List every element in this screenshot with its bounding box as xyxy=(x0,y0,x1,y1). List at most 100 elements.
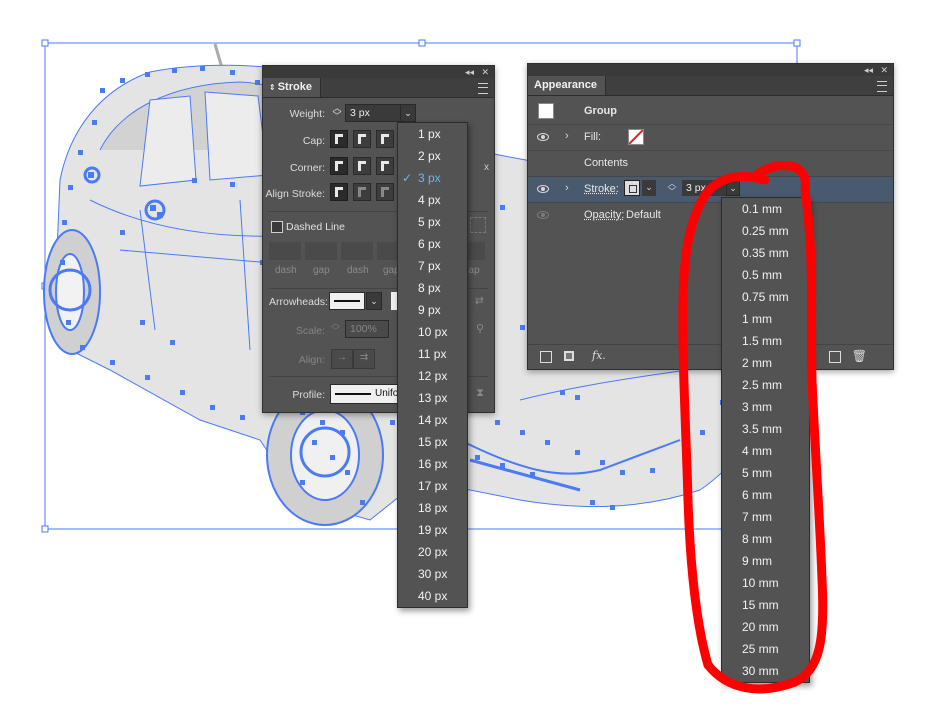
add-new-stroke-icon[interactable] xyxy=(540,351,552,363)
stroke-weight-menu-item[interactable]: 6 mm xyxy=(722,484,809,506)
panel-menu-icon[interactable] xyxy=(478,83,488,94)
tab-stroke[interactable]: ⇕ Stroke xyxy=(263,78,321,97)
stroke-weight-menu-item[interactable]: 1.5 mm xyxy=(722,330,809,352)
swatch-dropdown-icon[interactable]: ⌄ xyxy=(642,180,656,196)
weight-menu-item[interactable]: 5 px xyxy=(398,211,467,233)
duplicate-item-icon[interactable] xyxy=(829,351,841,363)
visibility-eye-icon[interactable] xyxy=(537,185,549,193)
close-panel-icon[interactable]: ✕ xyxy=(880,64,888,76)
scale-input[interactable]: 100% xyxy=(345,320,389,338)
weight-dropdown-button[interactable]: ⌄ xyxy=(400,104,416,122)
stroke-weight-menu-item[interactable]: 3.5 mm xyxy=(722,418,809,440)
dash-input-2[interactable] xyxy=(341,242,373,260)
align-center-button[interactable] xyxy=(330,183,348,201)
stroke-weight-menu-item[interactable]: 5 mm xyxy=(722,462,809,484)
collapse-panel-icon[interactable]: ◂◂ xyxy=(864,64,873,76)
weight-menu-item[interactable]: ✓ 3 px xyxy=(398,167,467,189)
weight-menu-item[interactable]: 13 px xyxy=(398,387,467,409)
weight-menu-item[interactable]: 18 px xyxy=(398,497,467,519)
swap-arrows-icon[interactable]: ⇄ xyxy=(475,294,484,307)
panel-titlebar[interactable]: ◂◂ ✕ xyxy=(528,64,893,76)
stroke-weight-menu-item[interactable]: 0.75 mm xyxy=(722,286,809,308)
visibility-eye-icon[interactable] xyxy=(537,133,549,141)
weight-menu-item[interactable]: 2 px xyxy=(398,145,467,167)
projecting-cap-button[interactable] xyxy=(376,130,394,148)
stroke-row[interactable]: › Stroke: ⌄ ︿ ﹀ 3 px ⌄ xyxy=(528,177,893,203)
round-cap-button[interactable] xyxy=(353,130,371,148)
weight-menu-item[interactable]: 4 px xyxy=(398,189,467,211)
weight-menu-item[interactable]: 20 px xyxy=(398,541,467,563)
stroke-weight-menu-item[interactable]: 3 mm xyxy=(722,396,809,418)
round-join-button[interactable] xyxy=(353,157,371,175)
stroke-weight-menu-item[interactable]: 0.25 mm xyxy=(722,220,809,242)
stroke-weight-menu-item[interactable]: 2 mm xyxy=(722,352,809,374)
weight-stepper[interactable]: ︿ ﹀ xyxy=(330,104,344,122)
gap-input-2[interactable] xyxy=(377,242,399,260)
align-outside-button[interactable] xyxy=(376,183,394,201)
stroke-weight-menu-item[interactable]: 0.35 mm xyxy=(722,242,809,264)
weight-menu-item[interactable]: 30 px xyxy=(398,563,467,585)
weight-menu-item[interactable]: 12 px xyxy=(398,365,467,387)
stroke-color-swatch[interactable] xyxy=(624,180,640,196)
panel-titlebar[interactable]: ◂◂ ✕ xyxy=(263,66,494,78)
dash-input-1[interactable] xyxy=(269,242,301,260)
scale-stepper-icon[interactable]: ︿ ﹀ xyxy=(331,319,340,336)
weight-menu-item[interactable]: 19 px xyxy=(398,519,467,541)
dashed-line-checkbox[interactable] xyxy=(271,221,283,233)
stroke-weight-menu-item[interactable]: 0.1 mm xyxy=(722,198,809,220)
opacity-row[interactable]: Opacity: Default xyxy=(528,203,893,228)
panel-menu-icon[interactable] xyxy=(877,81,887,92)
chevron-down-icon[interactable]: ﹀ xyxy=(332,111,341,121)
flip-profile-icon[interactable]: ⧗ xyxy=(476,387,484,400)
stroke-weight-menu-item[interactable]: 20 mm xyxy=(722,616,809,638)
chevron-right-icon[interactable]: › xyxy=(565,130,569,142)
weight-menu-item[interactable]: 17 px xyxy=(398,475,467,497)
stroke-weight-dropdown-icon[interactable]: ⌄ xyxy=(726,180,740,196)
stroke-weight-input[interactable]: 3 px xyxy=(682,180,726,196)
stroke-weight-menu-item[interactable]: 2.5 mm xyxy=(722,374,809,396)
fill-swatch-none[interactable] xyxy=(628,129,644,145)
weight-menu-item[interactable]: 11 px xyxy=(398,343,467,365)
weight-menu-item[interactable]: 10 px xyxy=(398,321,467,343)
gap-input-1[interactable] xyxy=(305,242,337,260)
stroke-weight-menu-item[interactable]: 0.5 mm xyxy=(722,264,809,286)
group-row[interactable]: Group xyxy=(528,99,893,125)
trash-icon[interactable]: 🗑 xyxy=(852,349,867,363)
arrow-place-button[interactable]: ⇉ xyxy=(353,349,375,369)
stroke-weight-menu-item[interactable]: 8 mm xyxy=(722,528,809,550)
stroke-weight-menu-item[interactable]: 4 mm xyxy=(722,440,809,462)
stroke-weight-menu-item[interactable]: 7 mm xyxy=(722,506,809,528)
weight-menu-item[interactable]: 15 px xyxy=(398,431,467,453)
start-arrowhead-dropdown[interactable]: ⌄ xyxy=(366,292,382,310)
arrow-extend-button[interactable]: → xyxy=(331,349,353,369)
stroke-stepper-icon[interactable]: ︿ ﹀ xyxy=(668,180,676,196)
weight-menu-item[interactable]: 16 px xyxy=(398,453,467,475)
profile-select[interactable]: Uniform xyxy=(330,384,400,404)
start-arrowhead-select[interactable] xyxy=(329,292,365,310)
link-scale-icon[interactable]: ⚲ xyxy=(476,322,484,335)
stroke-weight-menu-item[interactable]: 25 mm xyxy=(722,638,809,660)
close-panel-icon[interactable]: ✕ xyxy=(481,66,489,78)
stroke-weight-menu-item[interactable]: 30 mm xyxy=(722,660,809,682)
miter-join-button[interactable] xyxy=(330,157,348,175)
weight-menu-item[interactable]: 1 px xyxy=(398,123,467,145)
collapse-panel-icon[interactable]: ◂◂ xyxy=(465,66,474,78)
stroke-weight-menu-item[interactable]: 1 mm xyxy=(722,308,809,330)
align-inside-button[interactable] xyxy=(353,183,371,201)
tab-appearance[interactable]: Appearance xyxy=(528,76,606,95)
weight-menu-item[interactable]: 6 px xyxy=(398,233,467,255)
contents-row[interactable]: Contents xyxy=(528,151,893,177)
weight-menu-item[interactable]: 9 px xyxy=(398,299,467,321)
stroke-weight-menu-item[interactable]: 10 mm xyxy=(722,572,809,594)
butt-cap-button[interactable] xyxy=(330,130,348,148)
chevron-right-icon[interactable]: › xyxy=(565,182,569,194)
stroke-weight-menu-item[interactable]: 9 mm xyxy=(722,550,809,572)
weight-menu-item[interactable]: 8 px xyxy=(398,277,467,299)
visibility-eye-icon[interactable] xyxy=(537,211,549,219)
weight-menu-item[interactable]: 7 px xyxy=(398,255,467,277)
stroke-weight-menu-item[interactable]: 15 mm xyxy=(722,594,809,616)
weight-menu-item[interactable]: 14 px xyxy=(398,409,467,431)
add-effect-label[interactable]: fx. xyxy=(592,349,606,362)
bevel-join-button[interactable] xyxy=(376,157,394,175)
fill-row[interactable]: › Fill: xyxy=(528,125,893,151)
